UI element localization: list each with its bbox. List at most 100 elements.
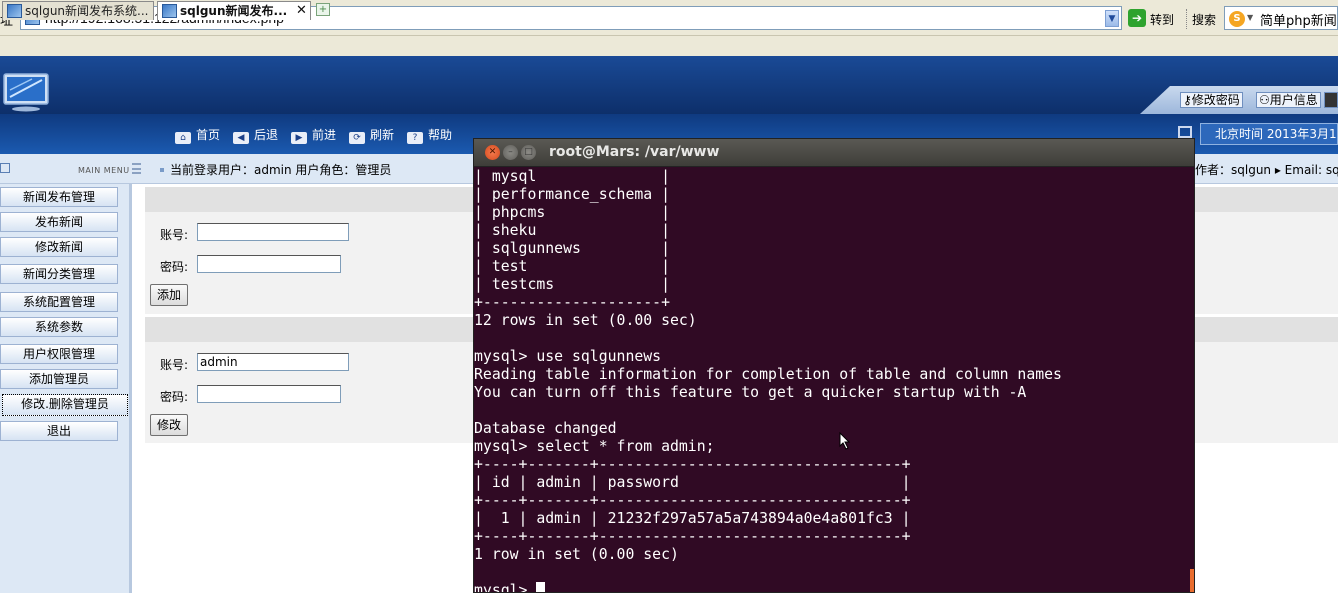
terminal-line: +----+-------+--------------------------… [474, 492, 911, 509]
menu-title: MAIN MENU [78, 166, 130, 175]
terminal-scrollbar[interactable] [1190, 569, 1194, 592]
terminal-line: | performance_schema | [474, 186, 670, 203]
terminal-line: | sheku | [474, 222, 670, 239]
terminal-line: | id | admin | password | [474, 474, 911, 491]
add-button[interactable]: 添加 [150, 284, 188, 306]
terminal-cursor [536, 582, 546, 592]
monitor-icon [1178, 126, 1192, 138]
search-engine-icon[interactable]: S [1229, 11, 1245, 27]
sidebar-item-publish-news[interactable]: 发布新闻 [0, 212, 118, 232]
computer-logo-icon [3, 73, 49, 112]
sidebar-item-news-management[interactable]: 新闻发布管理 [0, 187, 118, 207]
mouse-cursor-icon [839, 432, 851, 450]
tab-label: sqlgun新闻发布系统... [25, 4, 149, 18]
change-password-label: 修改密码 [1191, 93, 1240, 107]
terminal-line: | mysql | [474, 168, 670, 185]
account-label: 账号: [160, 228, 189, 242]
user-icon: ⚇ [1259, 93, 1270, 107]
terminal-line: | sqlgunnews | [474, 240, 670, 257]
browser-tab[interactable]: sqlgun新闻发布系统... [2, 1, 154, 20]
nav-refresh[interactable]: ⟳ 刷新 [349, 126, 394, 144]
sidebar-item-edit-news[interactable]: 修改新闻 [0, 237, 118, 257]
help-icon: ? [407, 132, 423, 144]
search-label: 搜索 [1192, 13, 1217, 27]
sidebar-item-category-management[interactable]: 新闻分类管理 [0, 264, 118, 284]
author-info: 作者：sqlgun ▸ Email: sqlgun [1195, 163, 1338, 177]
terminal-line: +--------------------+ [474, 294, 670, 311]
square-icon [0, 163, 10, 173]
home-icon: ⌂ [175, 132, 191, 144]
sidebar-item-edit-delete-admin[interactable]: 修改.删除管理员 [2, 394, 128, 416]
search-input[interactable]: S ▼ 简单php新闻 [1224, 6, 1338, 30]
nav-label: 首页 [196, 128, 221, 142]
nav-label: 帮助 [428, 128, 453, 142]
terminal-line: Database changed [474, 420, 617, 437]
nav-forward[interactable]: ▶ 前进 [291, 126, 336, 144]
sidebar-item-user-permissions[interactable]: 用户权限管理 [0, 344, 118, 364]
refresh-icon: ⟳ [349, 132, 365, 144]
terminal-line: +----+-------+--------------------------… [474, 528, 911, 545]
password-label: 密码: [160, 260, 189, 274]
terminal-line: 12 rows in set (0.00 sec) [474, 312, 697, 329]
logout-button[interactable] [1324, 92, 1338, 108]
chevron-down-icon[interactable]: ▼ [1247, 13, 1253, 22]
terminal-line: mysql> select * from admin; [474, 438, 715, 455]
close-icon[interactable]: ✕ [296, 2, 307, 20]
browser-tab-active[interactable]: sqlgun新闻发布... ✕ [157, 1, 311, 20]
terminal-line: | 1 | admin | 21232f297a57a5a743894a0e4a… [474, 510, 911, 527]
sidebar-item-system-params[interactable]: 系统参数 [0, 317, 118, 337]
terminal-line: +----+-------+--------------------------… [474, 456, 911, 473]
toolbar-separator [1186, 9, 1187, 29]
sidebar-item-logout[interactable]: 退出 [0, 421, 118, 441]
terminal-line: You can turn off this feature to get a q… [474, 384, 1027, 401]
terminal-titlebar[interactable]: ✕ – □ root@Mars: /var/www [474, 139, 1194, 167]
search-text[interactable]: 简单php新闻 [1260, 10, 1337, 29]
back-arrow-icon: ◀ [233, 132, 249, 144]
user-info-button[interactable]: ⚇用户信息 [1256, 92, 1321, 108]
page-favicon-icon [162, 4, 177, 18]
chevron-down-icon[interactable]: ▼ [1105, 10, 1119, 27]
tab-label: sqlgun新闻发布... [180, 4, 288, 18]
go-button[interactable]: 转到 [1150, 11, 1174, 28]
key-icon: ⚷ [1183, 93, 1192, 107]
terminal-line: | phpcms | [474, 204, 670, 221]
nav-back[interactable]: ◀ 后退 [233, 126, 278, 144]
page-favicon-icon [7, 4, 22, 18]
terminal-line: | test | [474, 258, 670, 275]
account-label: 账号: [160, 358, 189, 372]
terminal-window[interactable]: ✕ – □ root@Mars: /var/www | mysql | | per… [473, 138, 1195, 593]
terminal-line: mysql> use sqlgunnews [474, 348, 662, 365]
sidebar-item-system-config[interactable]: 系统配置管理 [0, 292, 118, 312]
nav-label: 后退 [254, 128, 279, 142]
add-account-input[interactable] [197, 223, 349, 241]
nav-label: 前进 [312, 128, 337, 142]
user-info-label: 用户信息 [1269, 93, 1318, 107]
menu-toggle-icon[interactable] [132, 163, 141, 174]
nav-label: 刷新 [370, 128, 395, 142]
terminal-line: Reading table information for completion… [474, 366, 1062, 383]
password-label: 密码: [160, 390, 189, 404]
new-tab-icon[interactable]: + [316, 3, 330, 16]
browser-tab-bar [0, 36, 1338, 56]
minimize-icon[interactable]: – [503, 145, 518, 160]
terminal-output[interactable]: | mysql | | performance_schema | | phpcms … [474, 167, 1194, 592]
terminal-line: 1 row in set (0.00 sec) [474, 546, 679, 563]
go-arrow-icon[interactable]: ➔ [1128, 9, 1146, 27]
edit-button[interactable]: 修改 [150, 414, 188, 436]
terminal-title: root@Mars: /var/www [549, 144, 720, 160]
nav-help[interactable]: ? 帮助 [407, 126, 452, 144]
close-icon[interactable]: ✕ [485, 145, 500, 160]
nav-home[interactable]: ⌂ 首页 [175, 126, 220, 144]
clock: 北京时间 2013年3月16日 [1200, 123, 1338, 145]
terminal-line: mysql> [474, 582, 546, 592]
forward-arrow-icon: ▶ [291, 132, 307, 144]
admin-banner [0, 56, 1338, 114]
current-user-info: 当前登录用户：admin 用户角色：管理员 [160, 161, 391, 178]
edit-account-input[interactable]: admin [197, 353, 349, 371]
change-password-button[interactable]: ⚷修改密码 [1180, 92, 1243, 108]
sidebar-item-add-admin[interactable]: 添加管理员 [0, 369, 118, 389]
add-password-input[interactable] [197, 255, 341, 273]
terminal-line: | testcms | [474, 276, 670, 293]
maximize-icon[interactable]: □ [521, 145, 536, 160]
edit-password-input[interactable] [197, 385, 341, 403]
